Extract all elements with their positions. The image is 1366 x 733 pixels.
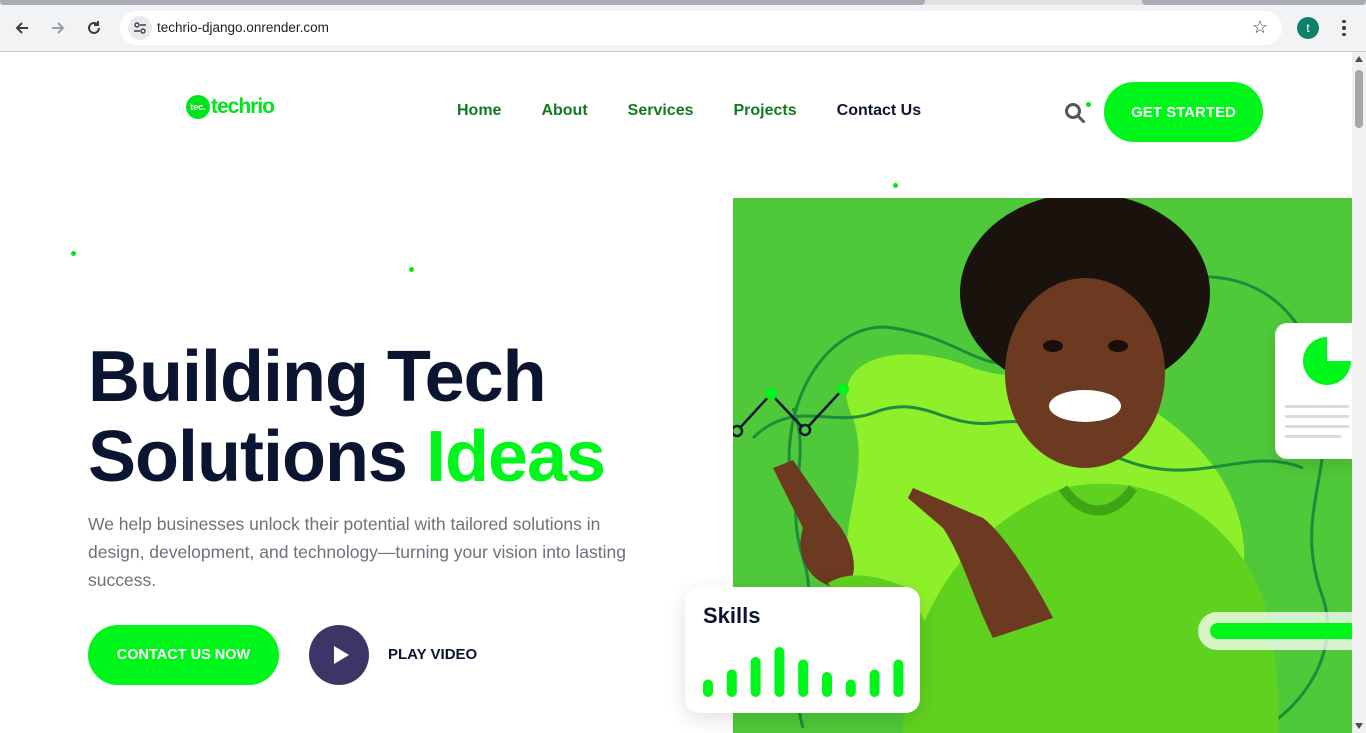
page-scrollbar[interactable]: [1352, 52, 1366, 733]
progress-card: [1198, 612, 1352, 650]
browser-menu-icon[interactable]: [1332, 15, 1356, 41]
scroll-up-arrow[interactable]: [1355, 56, 1363, 62]
page: tec. techrio Home About Services Project…: [0, 52, 1352, 733]
forward-icon[interactable]: [44, 14, 72, 42]
skill-bar: [703, 679, 713, 697]
address-bar[interactable]: techrio-django.onrender.com ☆: [120, 11, 1282, 45]
skill-bar: [822, 672, 832, 697]
search-icon[interactable]: [1064, 102, 1086, 124]
play-icon: [333, 646, 349, 664]
scroll-down-arrow[interactable]: [1355, 723, 1363, 729]
play-video-button[interactable]: [309, 625, 369, 685]
bookmark-star-icon[interactable]: ☆: [1252, 17, 1268, 38]
logo-wordmark: techrio: [211, 95, 275, 118]
hero-description: We help businesses unlock their potentia…: [88, 514, 626, 590]
skill-bar: [845, 679, 856, 697]
url-text[interactable]: techrio-django.onrender.com: [157, 20, 329, 35]
headline-accent: Ideas: [425, 417, 606, 497]
skills-card: Skills: [685, 587, 920, 713]
decor-dot: [71, 251, 76, 256]
reload-icon[interactable]: [80, 14, 108, 42]
skill-bar: [869, 669, 880, 697]
skill-bar: [774, 647, 785, 697]
headline-line-1: Building Tech: [88, 337, 547, 417]
nav-about[interactable]: About: [541, 102, 587, 120]
headline-line-2: Solutions Ideas: [88, 417, 606, 497]
nav-projects[interactable]: Projects: [734, 102, 797, 120]
decor-dot: [893, 183, 898, 188]
profile-avatar[interactable]: t: [1297, 17, 1319, 39]
skills-title: Skills: [703, 603, 761, 628]
main-nav: Home About Services Projects Contact Us: [457, 102, 961, 120]
nav-services[interactable]: Services: [628, 102, 694, 120]
chart-doc-card: [1275, 323, 1352, 459]
skills-bars: [703, 647, 904, 697]
progress-fill: [1210, 623, 1352, 639]
nav-contact-us[interactable]: Contact Us: [837, 102, 921, 120]
headline-line-2-prefix: Solutions: [88, 417, 426, 497]
scroll-thumb[interactable]: [1355, 70, 1363, 128]
browser-chrome: techrio-django.onrender.com ☆ t: [0, 0, 1366, 52]
site-settings-icon[interactable]: [128, 16, 152, 40]
get-started-button[interactable]: GET STARTED: [1104, 82, 1263, 142]
decor-dot: [409, 267, 414, 272]
skill-bar: [798, 659, 809, 697]
back-icon[interactable]: [8, 14, 36, 42]
skill-bar: [750, 657, 761, 697]
notification-dot: [1086, 102, 1091, 107]
skill-bar: [893, 659, 904, 697]
nav-home[interactable]: Home: [457, 102, 501, 120]
logo-mark: tec.: [186, 95, 210, 119]
browser-toolbar: techrio-django.onrender.com ☆ t: [0, 5, 1366, 52]
hero-headline: Building Tech Solutions Ideas: [88, 337, 606, 497]
play-video-label[interactable]: PLAY VIDEO: [388, 646, 477, 663]
skill-bar: [726, 669, 737, 697]
contact-us-now-button[interactable]: CONTACT US NOW: [88, 625, 279, 685]
site-logo[interactable]: tec. techrio: [186, 95, 275, 119]
